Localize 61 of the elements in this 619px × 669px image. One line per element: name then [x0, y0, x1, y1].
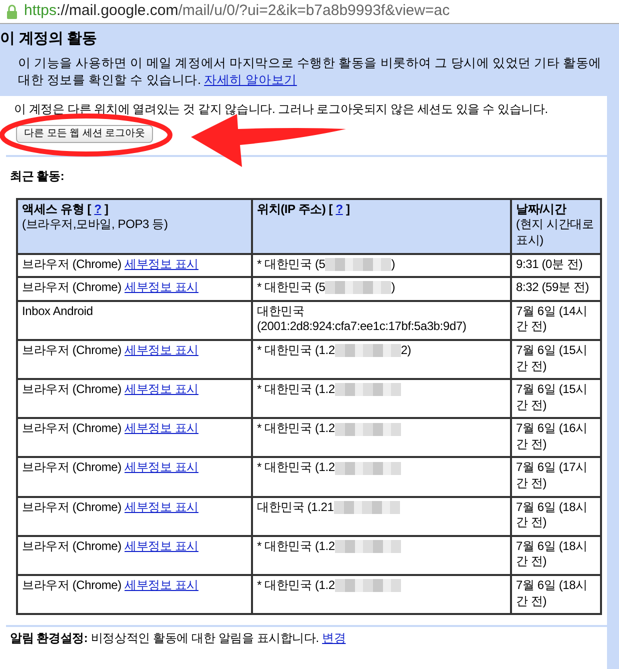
location-text: * 대한민국 (1.2: [257, 342, 335, 357]
learn-more-link[interactable]: 자세히 알아보기: [204, 73, 297, 88]
table-cell: 7월 6일 (15시간 전): [511, 340, 601, 380]
location-text: * 대한민국 (1.2: [257, 382, 335, 396]
description-text: 이 기능을 사용하면 이 메일 계정에서 마지막으로 수행한 활동을 비롯하여 그 당시에 있었던 기타 활동에 대한 정보를 확인할 수 있습니다. 자세히 알아보기: [17, 54, 602, 90]
table-cell: 8:32 (59분 전): [511, 277, 601, 301]
section-label: 최근 활동:: [9, 168, 66, 184]
lock-icon: [6, 4, 18, 19]
bracket-text: ]: [104, 202, 108, 216]
bracket-text: [: [328, 202, 333, 216]
location-text: * 대한민국 (1.2: [257, 421, 335, 436]
location-text: * 대한민국 (1.2: [257, 538, 335, 553]
details-link[interactable]: 세부정보 표시: [124, 280, 198, 294]
location-text: * 대한민국 (1.2: [257, 460, 335, 474]
details-link[interactable]: 세부정보 표시: [124, 382, 198, 396]
column-subtitle: (현지 시간대로 표시): [516, 217, 595, 249]
access-type-text: 브라우저 (Chrome): [22, 538, 122, 553]
table-cell: 7월 6일 (14시간 전): [511, 300, 601, 340]
location-text: 대한민국 (1.21: [257, 500, 334, 514]
help-link[interactable]: ?: [336, 202, 343, 216]
alert-settings-text: 알림 환경설정: 비정상적인 활동에 대한 알림을 표시합니다. 변경: [9, 631, 347, 646]
access-type-text: 브라우저 (Chrome): [22, 256, 122, 271]
bracket-text: ]: [346, 202, 350, 216]
access-type-text: 브라우저 (Chrome): [22, 342, 122, 357]
details-link[interactable]: 세부정보 표시: [124, 421, 198, 436]
access-type-text: 브라우저 (Chrome): [22, 421, 122, 436]
table-cell: 7월 6일 (18시간 전): [511, 575, 601, 614]
access-type-text: 브라우저 (Chrome): [22, 382, 122, 396]
details-link[interactable]: 세부정보 표시: [124, 578, 198, 592]
column-title: 위치(IP 주소): [257, 202, 326, 216]
table-cell: 7월 6일 (16시간 전): [511, 418, 601, 458]
bracket-text: [: [87, 202, 92, 216]
access-type-text: 브라우저 (Chrome): [22, 500, 122, 514]
location-text: ): [391, 280, 396, 294]
location-text: ): [391, 256, 396, 271]
location-text: * 대한민국 (1.2: [257, 578, 335, 592]
details-link[interactable]: 세부정보 표시: [124, 460, 198, 474]
table-cell: 7월 6일 (17시간 전): [511, 457, 601, 497]
page-title: 이 계정의 활동: [0, 30, 98, 49]
table-cell: 9:31 (0분 전): [511, 254, 601, 278]
access-type-text: 브라우저 (Chrome): [22, 460, 122, 474]
access-type-text: Inbox Android: [22, 304, 93, 318]
column-title: 날짜/시간: [516, 202, 566, 216]
logout-button[interactable]: 다른 모든 웹 세션 로그아웃: [16, 124, 154, 143]
column-subtitle: (브라우저,모바일, POP3 등): [22, 217, 169, 233]
location-text: 2): [400, 342, 412, 357]
access-type-text: 브라우저 (Chrome): [22, 280, 122, 294]
access-type-text: 브라우저 (Chrome): [22, 578, 122, 592]
table-cell: 7월 6일 (18시간 전): [511, 536, 601, 576]
details-link[interactable]: 세부정보 표시: [124, 342, 198, 357]
details-link[interactable]: 세부정보 표시: [124, 500, 198, 514]
table-cell: 7월 6일 (18시간 전): [511, 496, 601, 536]
column-title: 액세스 유형: [22, 202, 84, 216]
details-link[interactable]: 세부정보 표시: [124, 256, 198, 271]
location-text: 대한민국 (2001:2d8:924:cfa7:ee1c:17bf:5a3b:9d7): [257, 304, 466, 334]
help-link[interactable]: ?: [94, 202, 102, 216]
details-link[interactable]: 세부정보 표시: [124, 538, 198, 553]
change-link[interactable]: 변경: [322, 631, 346, 646]
table-cell: 7월 6일 (15시간 전): [511, 379, 601, 418]
location-text: * 대한민국 (5: [257, 256, 326, 271]
location-text: * 대한민국 (5: [257, 280, 326, 294]
